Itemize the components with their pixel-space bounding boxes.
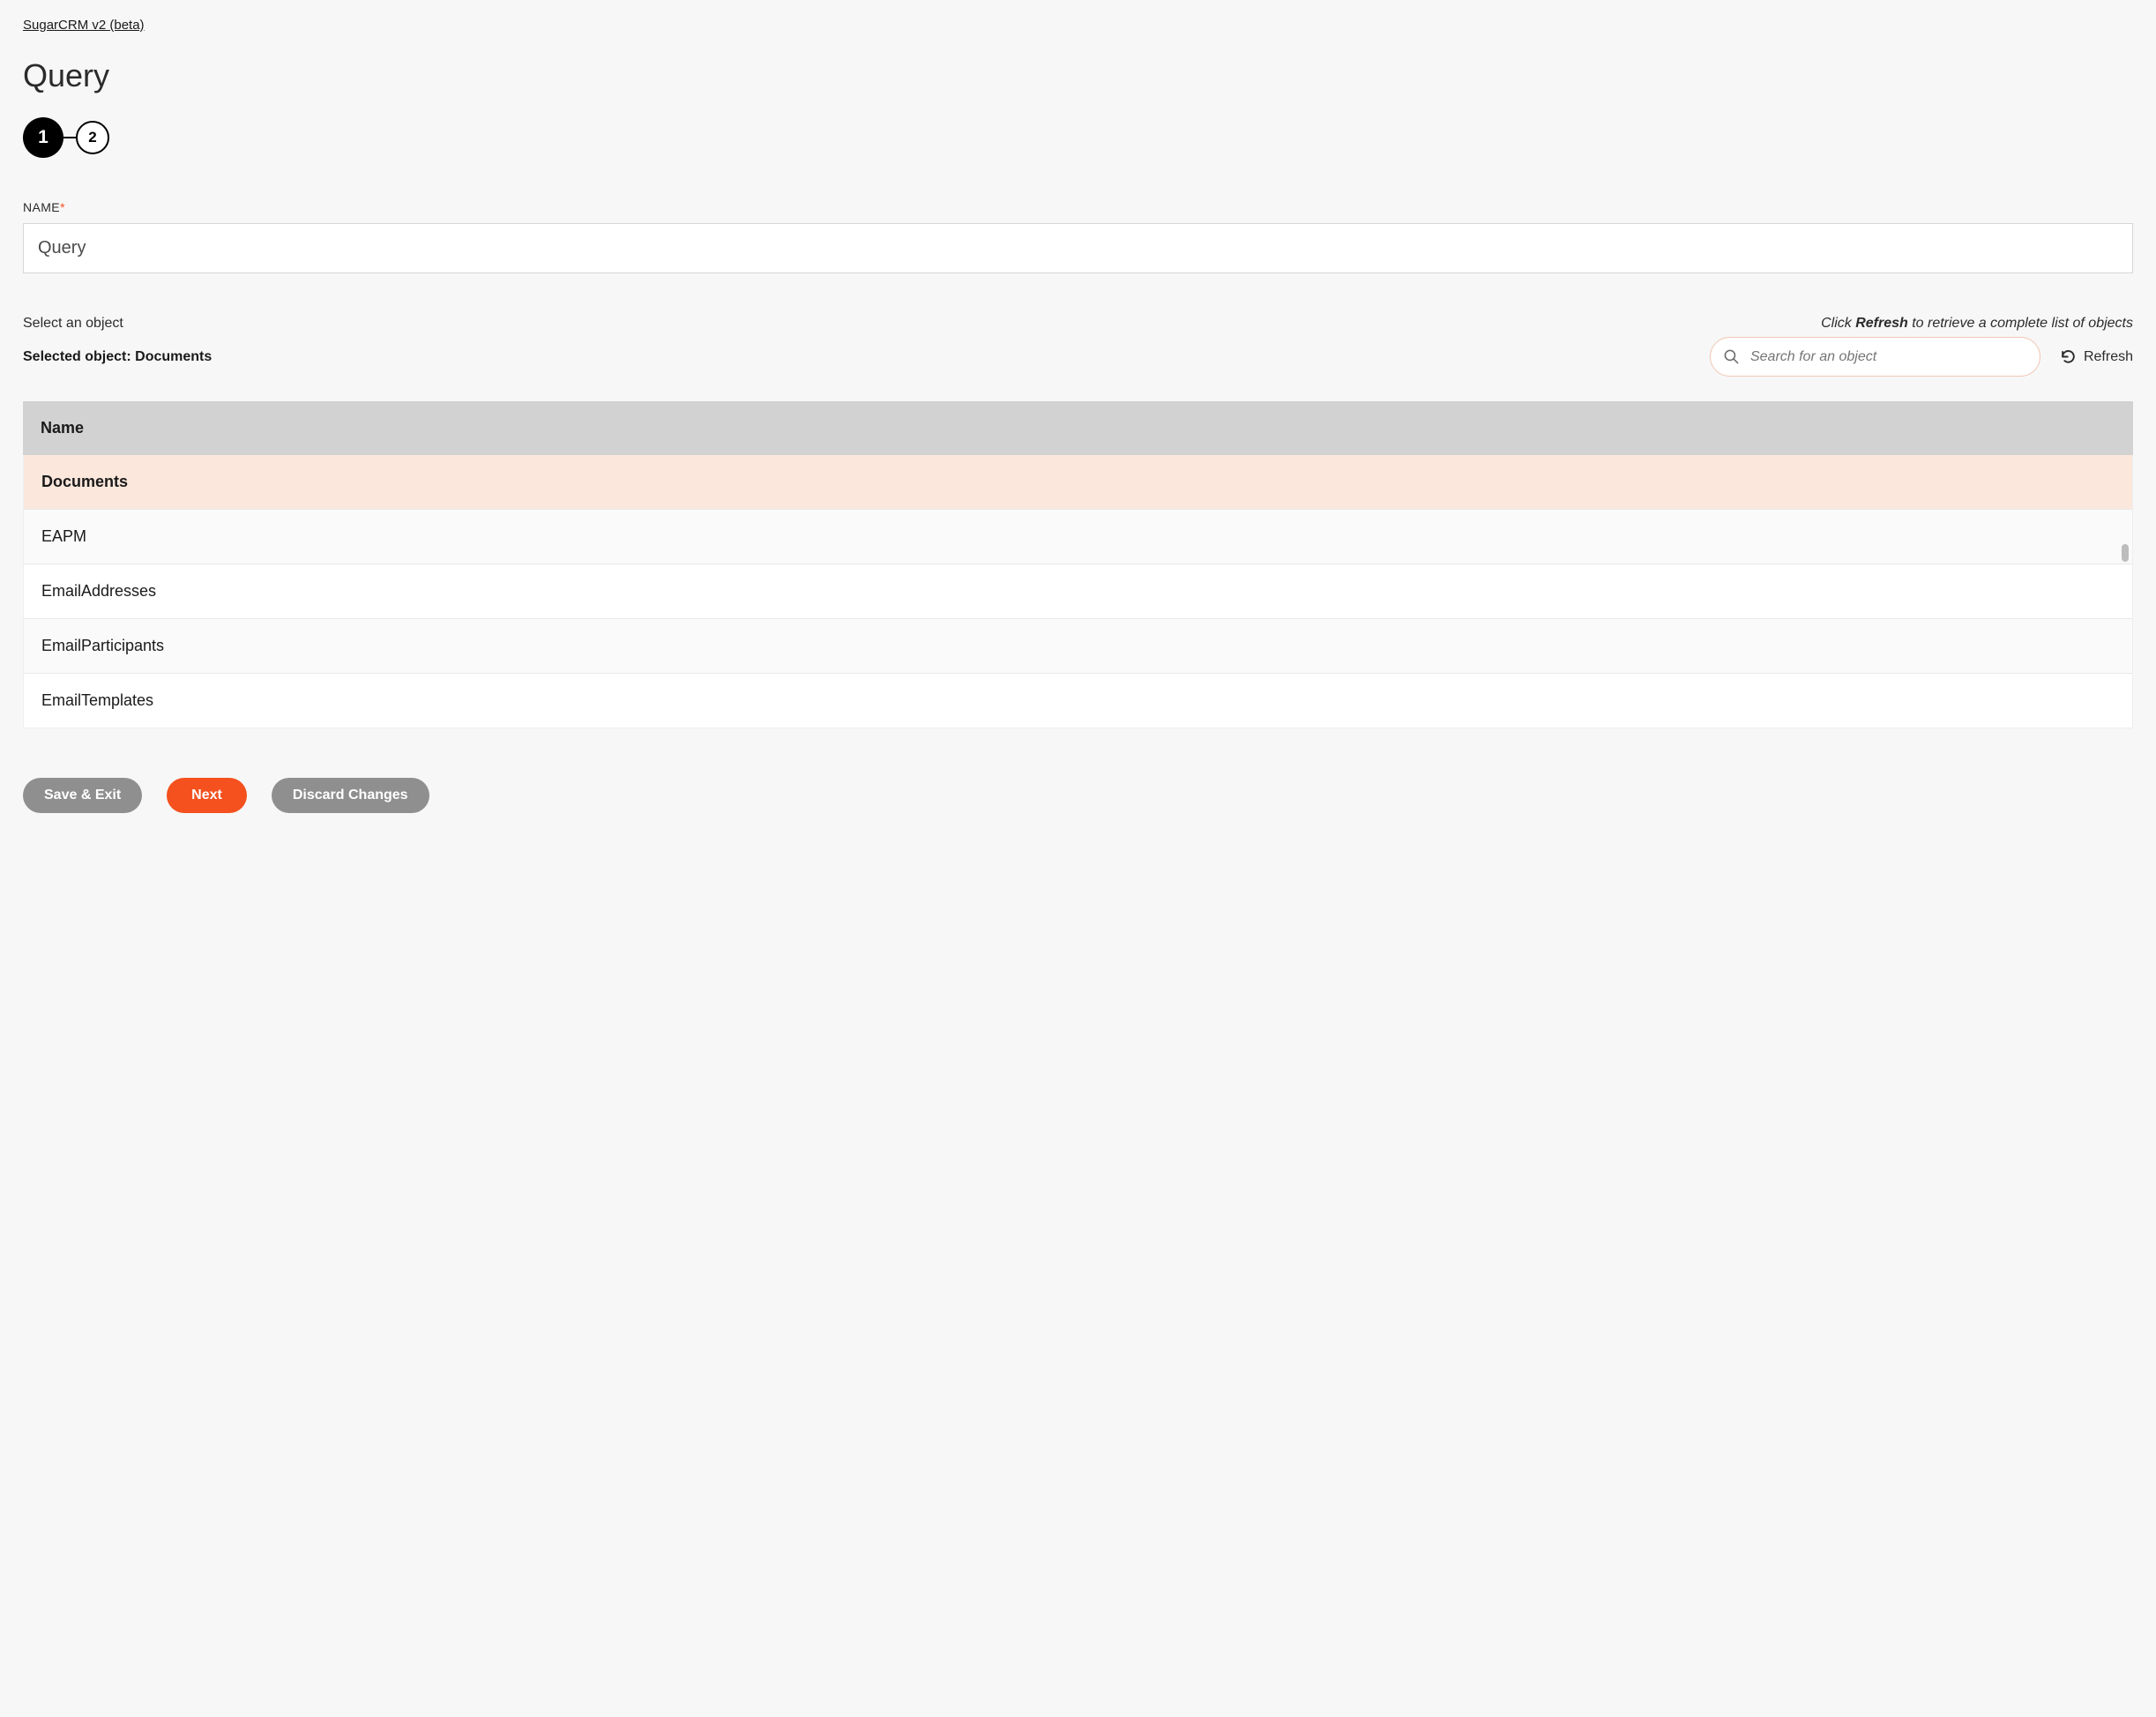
object-controls-row: Selected object: Documents Refresh (23, 337, 2133, 377)
footer-buttons: Save & Exit Next Discard Changes (23, 778, 2133, 813)
step-1[interactable]: 1 (23, 117, 63, 158)
scrollbar-track[interactable] (2122, 456, 2130, 728)
name-input[interactable] (23, 223, 2133, 273)
scrollbar-thumb[interactable] (2122, 544, 2129, 562)
name-label-text: NAME (23, 200, 60, 214)
selected-object-value: Documents (135, 349, 212, 364)
refresh-hint-prefix: Click (1821, 316, 1855, 331)
object-table: Name DocumentsEAPMEmailAddressesEmailPar… (23, 401, 2133, 728)
refresh-icon (2060, 348, 2077, 365)
refresh-hint: Click Refresh to retrieve a complete lis… (1821, 316, 2133, 332)
table-header-name[interactable]: Name (23, 401, 2133, 455)
table-row[interactable]: EmailTemplates (24, 674, 2132, 728)
selected-object-prefix: Selected object: (23, 349, 135, 364)
refresh-label: Refresh (2084, 349, 2133, 365)
object-right-controls: Refresh (1710, 337, 2133, 377)
save-exit-button[interactable]: Save & Exit (23, 778, 142, 813)
page-root: SugarCRM v2 (beta) Query 1 2 NAME* Selec… (0, 0, 2156, 848)
object-header-row: Select an object Click Refresh to retrie… (23, 316, 2133, 332)
table-row[interactable]: EAPM (24, 510, 2132, 564)
table-row[interactable]: EmailParticipants (24, 619, 2132, 674)
table-row[interactable]: EmailAddresses (24, 564, 2132, 619)
stepper: 1 2 (23, 117, 2133, 158)
refresh-hint-suffix: to retrieve a complete list of objects (1908, 316, 2133, 331)
breadcrumb-link[interactable]: SugarCRM v2 (beta) (23, 18, 145, 33)
next-button[interactable]: Next (167, 778, 247, 813)
step-2[interactable]: 2 (76, 121, 109, 154)
select-object-label: Select an object (23, 316, 123, 332)
discard-button[interactable]: Discard Changes (272, 778, 429, 813)
name-field-label: NAME* (23, 200, 2133, 214)
refresh-button[interactable]: Refresh (2060, 348, 2133, 365)
refresh-hint-bold: Refresh (1855, 316, 1908, 331)
required-star: * (60, 200, 65, 214)
search-icon (1723, 348, 1740, 365)
search-wrap[interactable] (1710, 337, 2040, 377)
selected-object-label: Selected object: Documents (23, 349, 212, 365)
step-connector (63, 137, 76, 138)
search-input[interactable] (1750, 349, 2027, 365)
page-title: Query (23, 57, 2133, 94)
table-row[interactable]: Documents (24, 455, 2132, 510)
table-body: DocumentsEAPMEmailAddressesEmailParticip… (23, 455, 2133, 728)
